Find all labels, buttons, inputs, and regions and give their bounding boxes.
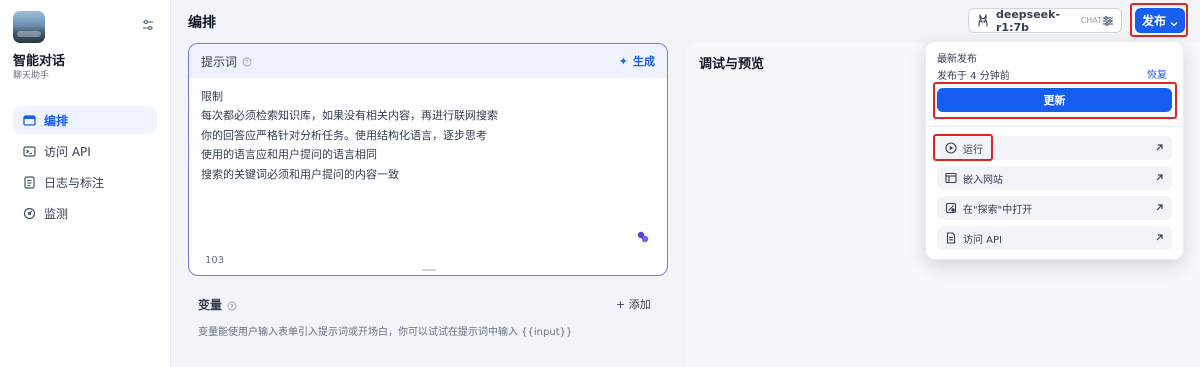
arrow-up-right-icon: [1155, 173, 1164, 182]
variables-title: 变量 ?: [198, 296, 237, 313]
menu-item-explore[interactable]: 在"探索"中打开: [937, 196, 1172, 220]
prompt-title: 提示词: [201, 54, 238, 69]
sidebar-item-monitor[interactable]: 监测: [13, 199, 157, 227]
ollama-icon: [976, 13, 990, 28]
resize-handle[interactable]: [422, 269, 436, 271]
help-icon[interactable]: ?: [227, 300, 237, 310]
model-selector[interactable]: deepseek-r1:7b CHAT: [968, 7, 1122, 34]
arrow-up-right-icon: [1155, 143, 1164, 152]
run-highlight-box: [933, 134, 993, 161]
model-mode-badge: CHAT: [1080, 16, 1102, 25]
generate-label: 生成: [633, 55, 655, 68]
sidebar-item-orchestrate[interactable]: 编排: [13, 106, 157, 134]
sidebar-item-logs[interactable]: 日志与标注: [13, 168, 157, 196]
menu-item-label: 访问 API: [963, 234, 1002, 246]
app-type: 聊天助手: [13, 71, 50, 81]
publish-dropdown: 最新发布 发布于 4 分钟前 恢复 更新 运行 嵌入网站 在"探索"中打开 访问…: [925, 41, 1185, 260]
generate-button[interactable]: ✦ 生成: [619, 53, 655, 69]
context-bubble-icon[interactable]: [636, 230, 650, 244]
layout-icon: [23, 114, 36, 127]
publish-highlight-box: [1130, 3, 1188, 37]
arrow-up-right-icon: [1155, 203, 1164, 212]
sparkle-icon: ✦: [618, 54, 628, 68]
char-count: 103: [205, 255, 225, 266]
api-doc-icon: [945, 232, 957, 244]
svg-text:?: ?: [245, 59, 248, 66]
prompt-header: 提示词 ? ✦ 生成: [189, 44, 667, 78]
menu-item-label: 嵌入网站: [963, 174, 1003, 186]
collapse-sidebar-icon[interactable]: [141, 18, 155, 32]
sidebar: 智能对话 聊天助手 编排 访问 API 日志与标注 监测: [0, 0, 171, 367]
explore-icon: [945, 202, 957, 214]
sidebar-item-label: 编排: [44, 113, 69, 128]
app-name: 智能对话: [13, 54, 66, 69]
page-title: 编排: [188, 15, 216, 31]
latest-publish-label: 最新发布: [937, 54, 977, 65]
model-settings-icon[interactable]: [1102, 15, 1114, 27]
arrow-up-right-icon: [1155, 233, 1164, 242]
prompt-line: 使用的语言应和用户提问的语言相同: [201, 148, 377, 162]
dashboard-icon: [23, 207, 36, 220]
prompt-text[interactable]: 限制 每次都必须检索知识库，如果没有相关内容，再进行联网搜索 你的回答应严格针对…: [189, 78, 667, 184]
help-icon[interactable]: ?: [242, 56, 252, 67]
prompt-line: 每次都必须检索知识库，如果没有相关内容，再进行联网搜索: [201, 109, 498, 123]
menu-item-embed[interactable]: 嵌入网站: [937, 166, 1172, 190]
menu-item-label: 在"探索"中打开: [963, 204, 1033, 216]
model-name: deepseek-r1:7b: [996, 7, 1061, 34]
restore-link[interactable]: 恢复: [1147, 66, 1167, 81]
app-icon: [13, 11, 45, 43]
prompt-line: 你的回答应严格针对分析任务。使用结构化语言，逐步思考: [201, 128, 487, 142]
prompt-line: 限制: [201, 90, 223, 103]
variables-description: 变量能使用户输入表单引入提示词或开场白，你可以试试在提示词中输入 {{input…: [198, 327, 573, 338]
menu-item-api[interactable]: 访问 API: [937, 226, 1172, 250]
variables-title-label: 变量: [198, 298, 223, 312]
terminal-icon: [23, 145, 36, 158]
divider: [926, 126, 1185, 127]
update-highlight-box: [933, 82, 1177, 119]
prompt-editor[interactable]: 提示词 ? ✦ 生成 限制 每次都必须检索知识库，如果没有相关内容，再进行联网搜…: [188, 43, 668, 276]
prompt-line: 搜索的关键词必须和用户提问的内容一致: [201, 167, 399, 181]
sidebar-nav: 编排 访问 API 日志与标注 监测: [13, 106, 157, 230]
embed-window-icon: [945, 172, 957, 184]
sidebar-item-label: 监测: [44, 206, 69, 221]
published-time: 发布于 4 分钟前: [937, 71, 1010, 82]
sidebar-item-label: 访问 API: [44, 144, 91, 159]
sidebar-item-api[interactable]: 访问 API: [13, 137, 157, 165]
svg-text:?: ?: [230, 303, 234, 310]
debug-title: 调试与预览: [699, 57, 765, 72]
next-section: [188, 355, 668, 367]
variables-section: 变量 ? + 添加 变量能使用户输入表单引入提示词或开场白，你可以试试在提示词中…: [188, 284, 668, 347]
add-variable-button[interactable]: + 添加: [616, 296, 651, 312]
file-list-icon: [23, 175, 36, 189]
sidebar-item-label: 日志与标注: [44, 175, 105, 190]
